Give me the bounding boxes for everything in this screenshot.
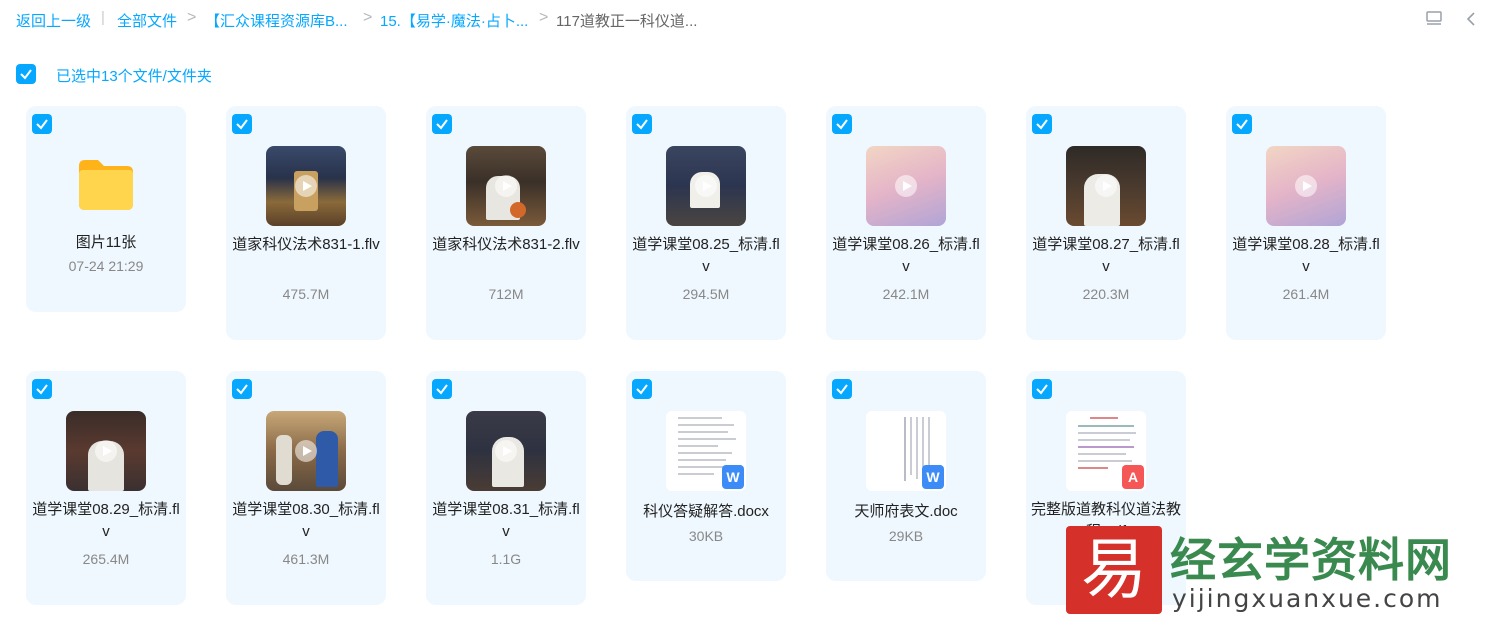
- file-card-folder[interactable]: 图片11张 07-24 21:29: [26, 106, 186, 312]
- video-thumbnail: [266, 411, 346, 491]
- file-size: 1.1G: [490, 551, 522, 567]
- file-card-video[interactable]: 道学课堂08.26_标清.flv 242.1M: [826, 106, 986, 340]
- play-icon: [495, 440, 517, 462]
- file-card-document[interactable]: W 科仪答疑解答.docx 30KB: [626, 371, 786, 581]
- play-icon: [95, 440, 117, 462]
- file-size: 461.3M: [282, 551, 330, 567]
- folder-icon: [76, 156, 136, 216]
- file-checkbox[interactable]: [1032, 379, 1052, 399]
- selection-count: 已选中13个文件/文件夹: [56, 68, 212, 85]
- watermark-logo: 易: [1066, 526, 1162, 614]
- file-checkbox[interactable]: [432, 114, 452, 134]
- file-card-video[interactable]: 道家科仪法术831-2.flv 712M: [426, 106, 586, 340]
- file-name: 道学课堂08.25_标清.flv: [632, 236, 780, 275]
- file-name: 天师府表文.doc: [854, 503, 958, 520]
- word-icon: W: [922, 465, 944, 489]
- word-icon: W: [722, 465, 744, 489]
- file-card-video[interactable]: 道学课堂08.31_标清.flv 1.1G: [426, 371, 586, 605]
- file-card-video[interactable]: 道学课堂08.25_标清.flv 294.5M: [626, 106, 786, 340]
- file-size: 242.1M: [882, 286, 930, 302]
- breadcrumb-all-files[interactable]: 全部文件: [117, 10, 177, 31]
- top-bar: 返回上一级 | 全部文件 > 【汇众课程资源库B... > 15.【易学·魔法·…: [0, 0, 1489, 40]
- file-name: 道学课堂08.28_标清.flv: [1232, 236, 1380, 275]
- file-card-document[interactable]: W 天师府表文.doc 29KB: [826, 371, 986, 581]
- play-icon: [1295, 175, 1317, 197]
- collapse-chevron-icon[interactable]: [1464, 10, 1478, 33]
- file-card-video[interactable]: 道学课堂08.30_标清.flv 461.3M: [226, 371, 386, 605]
- file-checkbox[interactable]: [232, 379, 252, 399]
- file-size: 29KB: [888, 528, 924, 544]
- play-icon: [295, 175, 317, 197]
- file-name: 道学课堂08.30_标清.flv: [232, 501, 380, 540]
- file-name: 道家科仪法术831-2.flv: [432, 236, 580, 253]
- play-icon: [1095, 175, 1117, 197]
- play-icon: [895, 175, 917, 197]
- document-thumbnail: A: [1066, 411, 1146, 491]
- breadcrumb-separator-icon: >: [363, 9, 373, 26]
- play-icon: [695, 175, 717, 197]
- video-thumbnail: [466, 146, 546, 226]
- file-size: 265.4M: [82, 551, 130, 567]
- watermark: 易 经玄学资料网 yijingxuanxue.com: [1066, 524, 1489, 644]
- video-thumbnail: [866, 146, 946, 226]
- video-thumbnail: [1066, 146, 1146, 226]
- file-name: 科仪答疑解答.docx: [643, 503, 769, 520]
- play-icon: [495, 175, 517, 197]
- breadcrumb-separator-icon: >: [187, 9, 197, 26]
- video-thumbnail: [66, 411, 146, 491]
- file-name: 图片11张: [75, 234, 137, 251]
- document-thumbnail: W: [866, 411, 946, 491]
- file-checkbox[interactable]: [632, 114, 652, 134]
- video-thumbnail: [1266, 146, 1346, 226]
- file-checkbox[interactable]: [32, 379, 52, 399]
- breadcrumb-current: 117道教正一科仪道...: [556, 13, 698, 30]
- file-checkbox[interactable]: [32, 114, 52, 134]
- file-card-video[interactable]: 道学课堂08.28_标清.flv 261.4M: [1226, 106, 1386, 340]
- video-thumbnail: [266, 146, 346, 226]
- file-size: 475.7M: [282, 286, 330, 302]
- document-thumbnail: W: [666, 411, 746, 491]
- back-link[interactable]: 返回上一级: [16, 10, 91, 31]
- file-card-video[interactable]: 道学课堂08.29_标清.flv 265.4M: [26, 371, 186, 605]
- breadcrumb-item-library[interactable]: 【汇众课程资源库B...: [205, 10, 348, 31]
- file-checkbox[interactable]: [232, 114, 252, 134]
- breadcrumb-separator-icon: >: [539, 9, 549, 26]
- file-checkbox[interactable]: [432, 379, 452, 399]
- file-size: 220.3M: [1082, 286, 1130, 302]
- file-size: 30KB: [688, 528, 724, 544]
- file-name: 道学课堂08.31_标清.flv: [432, 501, 580, 540]
- file-name: 道家科仪法术831-1.flv: [232, 236, 380, 253]
- file-size: 294.5M: [682, 286, 730, 302]
- file-card-video[interactable]: 道学课堂08.27_标清.flv 220.3M: [1026, 106, 1186, 340]
- pdf-icon: A: [1122, 465, 1144, 489]
- list-view-icon[interactable]: [1425, 10, 1443, 33]
- file-size: 261.4M: [1282, 286, 1330, 302]
- file-size: 712M: [488, 286, 524, 302]
- watermark-url: yijingxuanxue.com: [1172, 584, 1443, 613]
- file-checkbox[interactable]: [1032, 114, 1052, 134]
- play-icon: [295, 440, 317, 462]
- file-name: 道学课堂08.27_标清.flv: [1032, 236, 1180, 275]
- watermark-title: 经玄学资料网: [1170, 533, 1452, 587]
- file-name: 道学课堂08.26_标清.flv: [832, 236, 980, 275]
- video-thumbnail: [666, 146, 746, 226]
- file-checkbox[interactable]: [632, 379, 652, 399]
- divider: |: [101, 9, 105, 26]
- file-checkbox[interactable]: [832, 379, 852, 399]
- file-checkbox[interactable]: [832, 114, 852, 134]
- video-thumbnail: [466, 411, 546, 491]
- file-card-video[interactable]: 道家科仪法术831-1.flv 475.7M: [226, 106, 386, 340]
- select-all-checkbox[interactable]: [16, 64, 36, 84]
- file-name: 道学课堂08.29_标清.flv: [32, 501, 180, 540]
- file-date: 07-24 21:29: [68, 258, 144, 274]
- breadcrumb-item-category[interactable]: 15.【易学·魔法·占卜...: [380, 10, 528, 31]
- file-checkbox[interactable]: [1232, 114, 1252, 134]
